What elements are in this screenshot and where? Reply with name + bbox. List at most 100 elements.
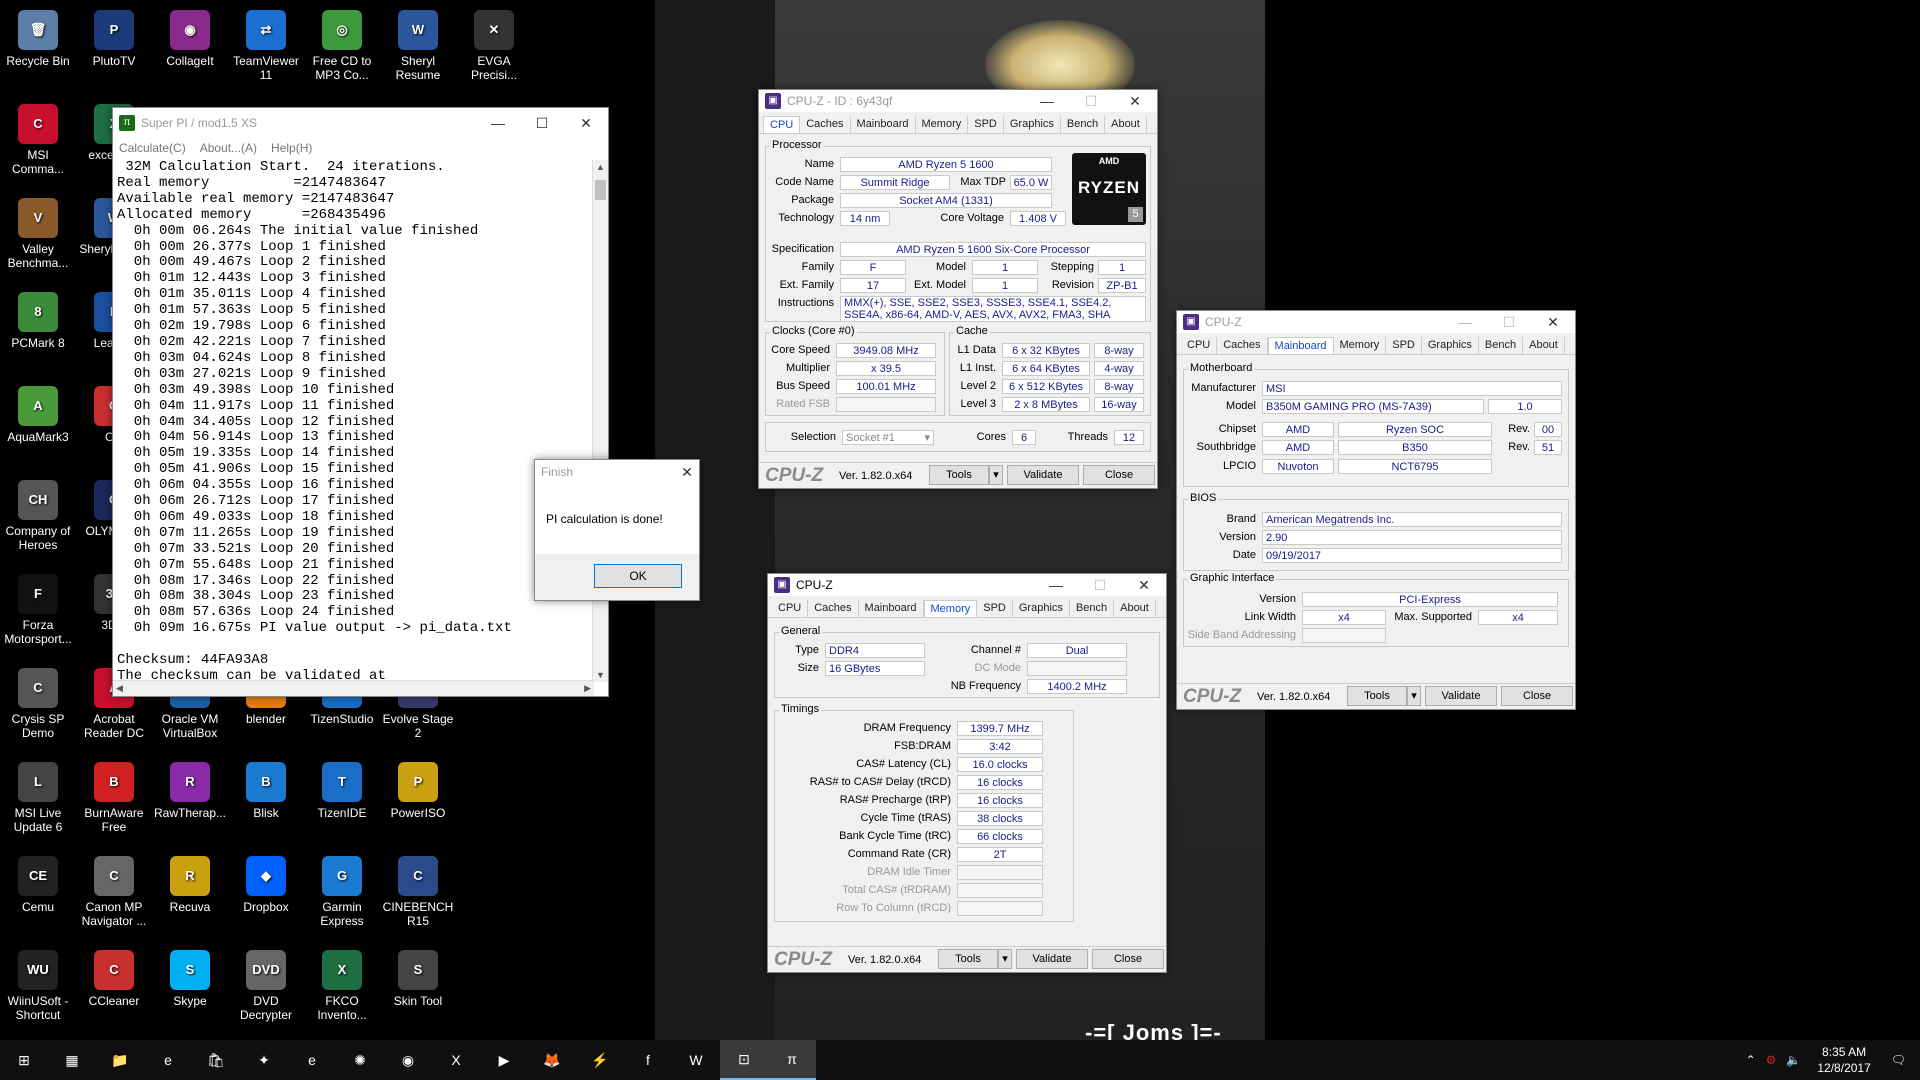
tools-dropdown-icon[interactable]: ▾ (998, 949, 1012, 969)
desktop-icon[interactable]: DVD DVD Decrypter (228, 946, 304, 1022)
minimize-icon[interactable]: — (1443, 314, 1487, 330)
taskbar-app-icon[interactable]: ✦ (240, 1040, 288, 1080)
taskbar-app-icon[interactable]: π (768, 1040, 816, 1080)
finish-titlebar[interactable]: Finish ✕ (535, 460, 699, 484)
desktop-icon[interactable]: S Skype (152, 946, 228, 1008)
desktop-icon[interactable]: A AquaMark3 (0, 382, 76, 444)
desktop-icon[interactable]: L MSI Live Update 6 (0, 758, 76, 834)
desktop-icon[interactable]: ◉ CollageIt (152, 6, 228, 68)
taskbar-app-icon[interactable]: 🦊 (528, 1040, 576, 1080)
tab-bench[interactable]: Bench (1061, 116, 1106, 133)
cpuz-memory-window[interactable]: ▣ CPU-Z — ☐ ✕ CPU Caches Mainboard Memor… (767, 573, 1167, 973)
desktop-icon[interactable]: C Canon MP Navigator ... (76, 852, 152, 928)
tab-spd[interactable]: SPD (968, 116, 1004, 133)
desktop-icon[interactable]: ◆ Dropbox (228, 852, 304, 914)
tools-button[interactable]: Tools (1347, 686, 1407, 706)
tools-button[interactable]: Tools (929, 465, 989, 485)
tab-mainboard[interactable]: Mainboard (1267, 337, 1334, 354)
desktop-icon[interactable]: P PowerISO (380, 758, 456, 820)
notification-icon[interactable]: 🗨 (1891, 1053, 1906, 1067)
tab-spd[interactable]: SPD (1386, 337, 1422, 354)
desktop-icon[interactable]: C CINEBENCH R15 (380, 852, 456, 928)
validate-button[interactable]: Validate (1016, 949, 1088, 969)
desktop-icon[interactable]: C Crysis SP Demo (0, 664, 76, 740)
menu-help[interactable]: Help(H) (271, 141, 312, 155)
tab-about[interactable]: About (1114, 600, 1156, 617)
desktop-icon[interactable]: R RawTherap... (152, 758, 228, 820)
superpi-vertical-scrollbar[interactable]: ▲ ▼ (592, 160, 608, 682)
maximize-icon[interactable]: ☐ (1078, 577, 1122, 594)
taskbar-app-icon[interactable]: W (672, 1040, 720, 1080)
tab-caches[interactable]: Caches (800, 116, 851, 133)
desktop-icon[interactable]: P PlutoTV (76, 6, 152, 68)
minimize-icon[interactable]: — (1034, 577, 1078, 593)
taskbar-app-icon[interactable]: ▶ (480, 1040, 528, 1080)
taskbar-app-icon[interactable]: ✺ (336, 1040, 384, 1080)
desktop-icon[interactable]: G Garmin Express (304, 852, 380, 928)
scroll-right-icon[interactable]: ▶ (584, 683, 591, 694)
scroll-left-icon[interactable]: ◀ (116, 683, 123, 694)
close-button[interactable]: Close (1092, 949, 1164, 969)
desktop-icon[interactable]: ⇄ TeamViewer 11 (228, 6, 304, 82)
chevron-up-icon[interactable]: ⌃ (1746, 1053, 1756, 1067)
cpuz-mem-titlebar[interactable]: ▣ CPU-Z — ☐ ✕ (768, 574, 1166, 596)
scroll-thumb[interactable] (595, 180, 606, 200)
superpi-window[interactable]: π Super PI / mod1.5 XS — ☐ ✕ Calculate(C… (112, 107, 609, 697)
maximize-icon[interactable]: ☐ (1487, 314, 1531, 331)
desktop-icon[interactable]: S Skin Tool (380, 946, 456, 1008)
desktop-icon[interactable]: T TizenIDE (304, 758, 380, 820)
validate-button[interactable]: Validate (1007, 465, 1079, 485)
superpi-horizontal-scrollbar[interactable]: ◀ ▶ (113, 680, 594, 696)
taskbar-app-icon[interactable]: ⚡ (576, 1040, 624, 1080)
desktop-icon[interactable]: ◎ Free CD to MP3 Co... (304, 6, 380, 82)
maximize-icon[interactable]: ☐ (1069, 93, 1113, 110)
desktop-icon[interactable]: CE Cemu (0, 852, 76, 914)
close-icon[interactable]: ✕ (564, 115, 608, 132)
taskbar-app-icon[interactable]: ◉ (384, 1040, 432, 1080)
taskbar-app-icon[interactable]: e (144, 1040, 192, 1080)
desktop-icon[interactable]: C CCleaner (76, 946, 152, 1008)
desktop-icon[interactable]: V Valley Benchma... (0, 194, 76, 270)
desktop-icon[interactable]: X FKCO Invento... (304, 946, 380, 1022)
desktop-icon[interactable]: CH Company of Heroes (0, 476, 76, 552)
tab-about[interactable]: About (1523, 337, 1565, 354)
desktop-icon[interactable]: F Forza Motorsport... (0, 570, 76, 646)
desktop-icon[interactable]: B BurnAware Free (76, 758, 152, 834)
taskbar-app-icon[interactable]: 📁 (96, 1040, 144, 1080)
desktop-icon[interactable]: 8 PCMark 8 (0, 288, 76, 350)
desktop-icon[interactable]: WU WiinUSoft - Shortcut (0, 946, 76, 1022)
tab-memory[interactable]: Memory (916, 116, 969, 133)
cpuz-mb-titlebar[interactable]: ▣ CPU-Z — ☐ ✕ (1177, 311, 1575, 333)
desktop-icon[interactable]: W Sheryl Resume (380, 6, 456, 82)
socket-select[interactable]: Socket #1 ▾ (842, 430, 934, 445)
desktop-icon[interactable]: ✕ EVGA Precisi... (456, 6, 532, 82)
close-icon[interactable]: ✕ (1122, 577, 1166, 594)
taskbar-app-icon[interactable]: f (624, 1040, 672, 1080)
validate-button[interactable]: Validate (1425, 686, 1497, 706)
taskbar-app-icon[interactable]: X (432, 1040, 480, 1080)
tab-mainboard[interactable]: Mainboard (859, 600, 924, 617)
tab-caches[interactable]: Caches (1217, 337, 1268, 354)
desktop-icon[interactable]: 🗑 Recycle Bin (0, 6, 76, 68)
msi-tray-icon[interactable]: ⚙ (1766, 1053, 1777, 1067)
tools-button[interactable]: Tools (938, 949, 998, 969)
cpuz-cpu-titlebar[interactable]: ▣ CPU-Z - ID : 6y43qf — ☐ ✕ (759, 90, 1157, 112)
tab-memory[interactable]: Memory (923, 600, 978, 617)
desktop-icon[interactable]: B Blisk (228, 758, 304, 820)
volume-icon[interactable]: 🔈 (1786, 1053, 1801, 1067)
tab-graphics[interactable]: Graphics (1422, 337, 1479, 354)
close-button[interactable]: Close (1083, 465, 1155, 485)
tab-bench[interactable]: Bench (1070, 600, 1115, 617)
desktop-icon[interactable]: R Recuva (152, 852, 228, 914)
minimize-icon[interactable]: — (476, 115, 520, 131)
start-icon[interactable]: ⊞ (0, 1040, 48, 1080)
tab-cpu[interactable]: CPU (1181, 337, 1218, 354)
tab-graphics[interactable]: Graphics (1004, 116, 1061, 133)
tools-dropdown-icon[interactable]: ▾ (1407, 686, 1421, 706)
tab-caches[interactable]: Caches (808, 600, 859, 617)
taskbar-app-icon[interactable]: ⊡ (720, 1040, 768, 1080)
taskbar-app-icon[interactable]: ▦ (48, 1040, 96, 1080)
taskbar-app-icon[interactable]: e (288, 1040, 336, 1080)
ok-button[interactable]: OK (594, 564, 682, 588)
close-icon[interactable]: ✕ (1531, 314, 1575, 331)
